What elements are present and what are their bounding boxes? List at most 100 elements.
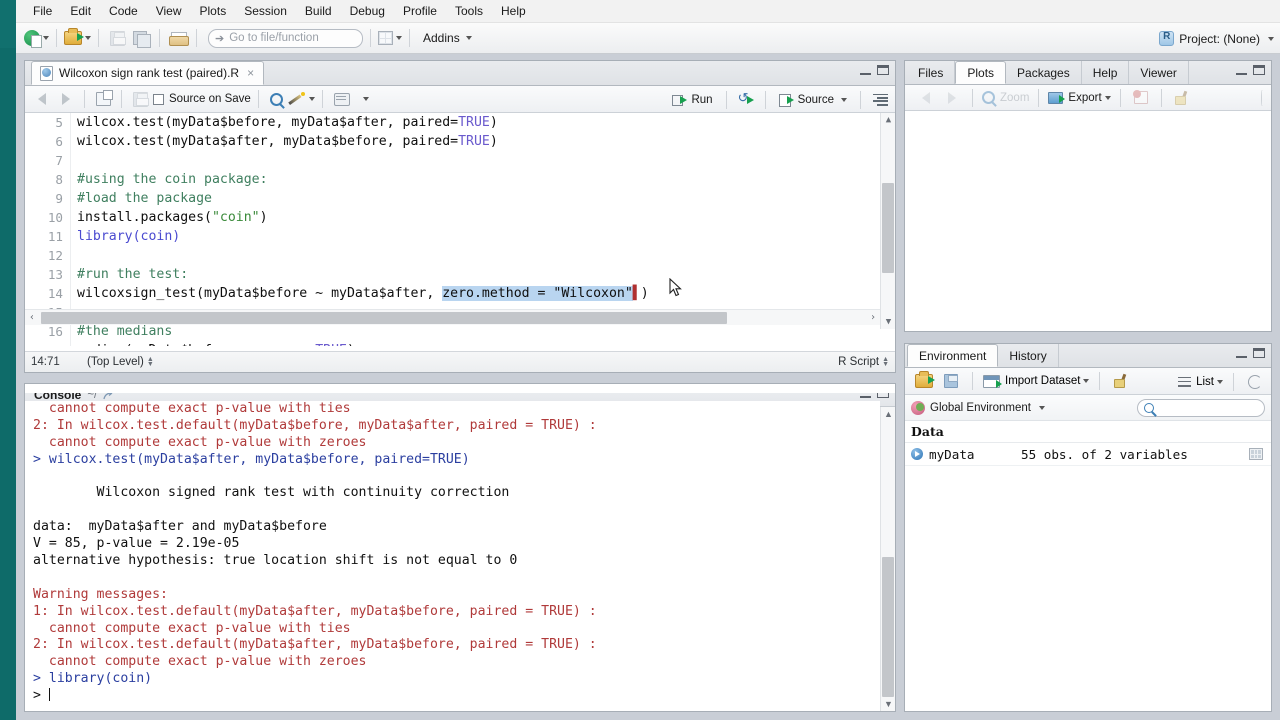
save-button[interactable]: [106, 27, 128, 49]
console-prompt-line[interactable]: >: [33, 688, 880, 705]
refresh-environment-button[interactable]: [1244, 371, 1266, 393]
code-line[interactable]: [77, 151, 895, 170]
code-line[interactable]: wilcox.test(myData$before, myData$after,…: [77, 113, 895, 132]
menu-item-view[interactable]: View: [147, 1, 191, 21]
environment-search-input[interactable]: [1137, 398, 1265, 417]
scroll-down-arrow-icon[interactable]: ▼: [881, 697, 896, 711]
pane-layout-button[interactable]: [378, 27, 402, 49]
scroll-down-arrow-icon[interactable]: ▼: [881, 315, 895, 329]
scroll-right-arrow-icon[interactable]: ›: [866, 310, 880, 326]
open-file-button[interactable]: [64, 27, 91, 49]
import-dataset-button[interactable]: Import Dataset: [983, 370, 1090, 392]
project-selector[interactable]: Project: (None): [1159, 23, 1274, 54]
console-vertical-scrollbar[interactable]: ▲ ▼: [880, 407, 895, 711]
tab-label: Help: [1092, 65, 1118, 80]
load-workspace-button[interactable]: [913, 370, 935, 392]
editor-vertical-scrollbar[interactable]: ▲ ▼: [880, 113, 895, 329]
close-icon[interactable]: ×: [247, 66, 254, 80]
code-line[interactable]: #run the test:: [77, 265, 895, 284]
file-type-selector[interactable]: R Script ▲ ▼: [838, 356, 889, 368]
find-replace-button[interactable]: [266, 88, 288, 110]
editor-save-button[interactable]: [129, 88, 151, 110]
expand-object-icon[interactable]: [911, 448, 923, 460]
editor-forward-button[interactable]: [55, 88, 77, 110]
editor-back-button[interactable]: [31, 88, 53, 110]
scrollbar-thumb[interactable]: [882, 183, 894, 273]
view-mode-button[interactable]: List: [1178, 371, 1223, 393]
chevron-down-icon: [1268, 36, 1274, 41]
compile-report-button[interactable]: [330, 88, 352, 110]
code-line[interactable]: #using the coin package:: [77, 170, 895, 189]
run-button[interactable]: Run: [667, 89, 717, 110]
document-outline-button[interactable]: [869, 89, 891, 111]
next-plot-button[interactable]: [941, 87, 963, 109]
menu-item-debug[interactable]: Debug: [341, 1, 394, 21]
scrollbar-thumb[interactable]: [41, 312, 727, 324]
source-on-save-checkbox[interactable]: Source on Save: [153, 88, 251, 110]
remove-plot-button[interactable]: [1130, 87, 1152, 109]
tab-help[interactable]: Help: [1082, 61, 1130, 84]
show-in-new-window-button[interactable]: [92, 88, 114, 110]
addins-button[interactable]: Addins: [417, 27, 478, 49]
code-line[interactable]: library(coin): [77, 227, 895, 246]
scroll-up-arrow-icon[interactable]: ▲: [881, 407, 896, 421]
previous-plot-button[interactable]: [915, 87, 937, 109]
scroll-left-arrow-icon[interactable]: ‹: [25, 310, 39, 326]
menu-item-code[interactable]: Code: [100, 1, 147, 21]
tab-packages[interactable]: Packages: [1006, 61, 1082, 84]
source-button[interactable]: Source: [774, 89, 852, 110]
clear-all-plots-button[interactable]: [1171, 87, 1193, 109]
menu-item-profile[interactable]: Profile: [394, 1, 446, 21]
tab-history[interactable]: History: [998, 344, 1059, 367]
new-file-button[interactable]: [24, 27, 49, 49]
console-output[interactable]: cannot compute exact p-value with ties 2:…: [25, 401, 880, 711]
toolbar-separator: [98, 29, 99, 47]
zoom-plot-button[interactable]: Zoom: [982, 87, 1029, 109]
code-line[interactable]: wilcox.test(myData$after, myData$before,…: [77, 132, 895, 151]
minimize-icon[interactable]: [1236, 66, 1247, 75]
tab-viewer[interactable]: Viewer: [1129, 61, 1189, 84]
toolbar-separator: [321, 90, 323, 108]
code-line[interactable]: median(myData$before, na.rm = TRUE): [77, 341, 895, 346]
code-tools-button[interactable]: [290, 88, 315, 110]
view-table-icon[interactable]: [1249, 448, 1263, 460]
code-editor[interactable]: 56789101112131415161718 wilcox.test(myDa…: [25, 113, 895, 346]
rerun-button[interactable]: [735, 89, 757, 111]
refresh-plot-button[interactable]: [1261, 90, 1263, 106]
menu-item-help[interactable]: Help: [492, 1, 535, 21]
menu-item-session[interactable]: Session: [235, 1, 296, 21]
source-tab-wilcoxon-file[interactable]: Wilcoxon sign rank test (paired).R ×: [31, 61, 265, 85]
save-workspace-button[interactable]: [940, 370, 962, 392]
tab-label: Plots: [967, 65, 995, 80]
environment-scope-label[interactable]: Global Environment: [930, 402, 1031, 414]
save-all-button[interactable]: [130, 27, 152, 49]
scrollbar-thumb[interactable]: [882, 557, 894, 697]
minimize-icon[interactable]: [1236, 349, 1247, 358]
minimize-icon[interactable]: [860, 66, 871, 75]
clear-environment-button[interactable]: [1110, 370, 1132, 392]
code-line[interactable]: install.packages("coin"): [77, 208, 895, 227]
code-line[interactable]: wilcoxsign_test(myData$before ~ myData$a…: [77, 284, 895, 303]
goto-file-function-input[interactable]: ➔ Go to file/function: [208, 28, 363, 48]
menu-item-plots[interactable]: Plots: [191, 1, 236, 21]
scope-selector[interactable]: (Top Level) ▲ ▼: [87, 356, 154, 368]
menu-item-edit[interactable]: Edit: [61, 1, 100, 21]
code-line[interactable]: #load the package: [77, 189, 895, 208]
tab-files[interactable]: Files: [907, 61, 956, 84]
code-line[interactable]: [77, 246, 895, 265]
menu-item-build[interactable]: Build: [296, 1, 341, 21]
compile-report-menu[interactable]: [354, 88, 376, 110]
tab-environment[interactable]: Environment: [907, 344, 999, 367]
maximize-icon[interactable]: [1253, 65, 1265, 75]
maximize-icon[interactable]: [1253, 348, 1265, 358]
tab-plots[interactable]: Plots: [955, 61, 1007, 84]
chevron-down-icon[interactable]: [1039, 405, 1045, 410]
editor-horizontal-scrollbar[interactable]: ‹ ›: [25, 309, 880, 325]
menu-item-file[interactable]: File: [24, 1, 61, 21]
export-plot-button[interactable]: Export: [1048, 87, 1111, 109]
maximize-icon[interactable]: [877, 65, 889, 75]
scroll-up-arrow-icon[interactable]: ▲: [881, 113, 895, 127]
menu-item-tools[interactable]: Tools: [446, 1, 492, 21]
print-button[interactable]: [167, 27, 189, 49]
environment-row-mydata[interactable]: myData 55 obs. of 2 variables: [905, 443, 1271, 466]
